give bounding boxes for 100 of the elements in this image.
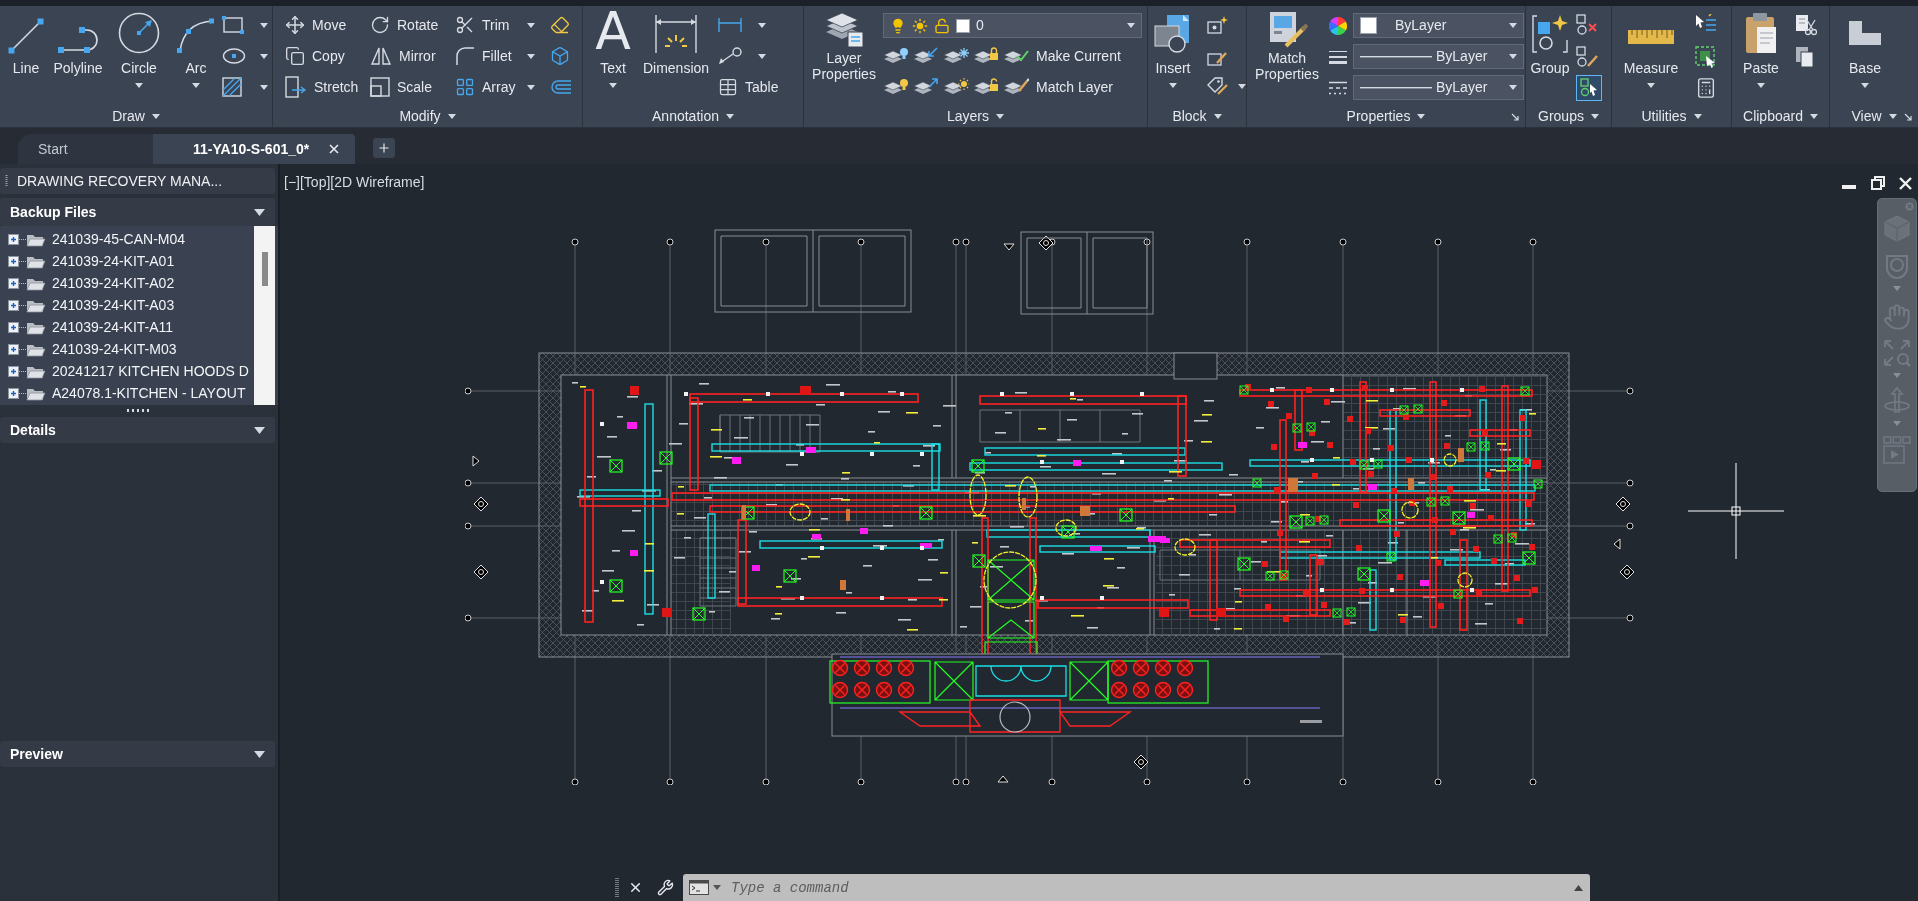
file-tab[interactable]: Start (18, 134, 153, 164)
paste-button[interactable]: Paste (1733, 6, 1789, 88)
command-input[interactable]: Type a command (725, 874, 1566, 901)
file-tab[interactable]: 11-YA10-S-601_0* (153, 134, 355, 164)
fillet-button[interactable]: Fillet (455, 43, 535, 69)
table-button[interactable]: Table (718, 74, 779, 100)
tree-item[interactable]: 241039-24-KIT-A03 (26, 294, 175, 316)
group-pencil-icon[interactable] (1576, 46, 1598, 68)
command-history-button[interactable] (683, 874, 725, 901)
expand-plus-icon[interactable] (8, 277, 19, 289)
caret-icon (1509, 23, 1517, 28)
panel-expander[interactable]: Groups (1538, 108, 1599, 124)
tree-item[interactable]: 20241217 KITCHEN HOODS D (26, 360, 249, 382)
insert-button[interactable]: Insert (1148, 6, 1198, 88)
section-header[interactable]: Preview (0, 741, 275, 767)
tree-item[interactable]: A24078.1-KITCHEN - LAYOUT (26, 382, 246, 404)
group-button[interactable]: Group (1526, 6, 1574, 76)
expand-plus-icon[interactable] (8, 233, 19, 245)
section-header[interactable]: Details (0, 417, 275, 443)
text-button[interactable]: A Text (589, 6, 637, 88)
lineweight-dropdown[interactable]: ByLayer (1353, 44, 1524, 69)
ungroup-icon[interactable] (1576, 14, 1598, 36)
panel-expander[interactable]: Clipboard (1743, 108, 1818, 124)
layers-lock-icon[interactable] (973, 46, 999, 66)
dialog-launcher-icon[interactable] (1904, 113, 1912, 121)
polyline-button[interactable]: Polyline (48, 6, 108, 76)
tree-item[interactable]: 241039-24-KIT-A01 (26, 250, 175, 272)
arc-button[interactable]: Arc (170, 6, 222, 88)
dialog-launcher-icon[interactable] (1511, 113, 1519, 121)
customize-button[interactable] (655, 877, 675, 898)
panel-expander[interactable]: Annotation (652, 108, 734, 124)
panel-expander[interactable]: Properties (1346, 108, 1426, 124)
stretch-button[interactable]: Stretch (285, 74, 370, 100)
layers-lock-icon[interactable] (973, 77, 999, 97)
layers-arrow-icon[interactable] (913, 77, 939, 97)
base-view-button[interactable]: Base (1830, 6, 1900, 88)
lineweight-icon[interactable] (1329, 49, 1347, 64)
new-tab-button[interactable] (373, 138, 395, 158)
command-history-up-button[interactable] (1566, 874, 1590, 901)
tree-item[interactable]: 241039-24-KIT-M03 (26, 338, 177, 360)
expand-plus-icon[interactable] (8, 255, 19, 267)
layers-snowflake-icon[interactable] (943, 46, 969, 66)
layers-bulb-icon[interactable] (883, 77, 909, 97)
section-header[interactable]: Backup Files (0, 198, 275, 226)
panel-expander[interactable]: Utilities (1641, 108, 1702, 124)
dimension-button[interactable]: Dimension (637, 6, 715, 76)
viewport-control[interactable]: [2D Wireframe] (330, 172, 425, 193)
hatch-button[interactable] (222, 74, 268, 100)
viewport-control[interactable]: [−] (284, 172, 300, 193)
viewport-control[interactable]: [Top] (299, 172, 331, 193)
offset-icon[interactable] (550, 79, 572, 95)
calculator-icon[interactable] (1695, 77, 1717, 99)
match-layer-button[interactable]: Match Layer (1003, 74, 1114, 100)
mirror-button[interactable]: Mirror (370, 43, 455, 69)
measure-button[interactable]: Measure (1613, 6, 1689, 88)
array-button[interactable]: Array (455, 74, 535, 100)
make-current-button[interactable]: Make Current (1003, 43, 1121, 69)
tree-item[interactable]: 241039-24-KIT-A02 (26, 272, 175, 294)
linetype-dropdown[interactable]: ByLayer (1353, 75, 1524, 100)
select-all-icon[interactable] (1695, 46, 1717, 68)
tree-item[interactable]: 241039-24-KIT-A11 (26, 316, 174, 338)
scale-icon (370, 77, 390, 97)
layer-dropdown[interactable]: 0 (883, 13, 1142, 38)
scale-button[interactable]: Scale (370, 74, 455, 100)
move-button[interactable]: Move (285, 12, 370, 38)
layers-bulb-icon[interactable] (883, 46, 909, 66)
color-dropdown[interactable]: ByLayer (1353, 13, 1524, 38)
match-properties-button[interactable]: Match Properties (1249, 6, 1325, 82)
expand-plus-icon[interactable] (8, 387, 19, 399)
rotate-button[interactable]: Rotate (370, 12, 455, 38)
cube-icon[interactable] (550, 46, 570, 66)
scrollbar[interactable] (254, 226, 275, 405)
caret-icon (135, 83, 143, 88)
scissors-document-icon[interactable] (1795, 14, 1817, 36)
scrollbar-thumb[interactable] (261, 252, 268, 286)
eraser-icon[interactable] (550, 15, 570, 35)
expand-plus-icon[interactable] (8, 299, 19, 311)
layer-properties-button[interactable]: Layer Properties (808, 6, 880, 82)
group-selection-toggle[interactable] (1576, 75, 1602, 101)
restore-icon[interactable] (1871, 176, 1885, 190)
layers-arrow-icon[interactable] (913, 46, 939, 66)
circle-button[interactable]: Circle (108, 6, 170, 88)
layers-sun-icon[interactable] (943, 77, 969, 97)
panel-expander[interactable]: Modify (399, 108, 456, 124)
tree-item[interactable]: 241039-45-CAN-M04 (26, 228, 186, 250)
line-button[interactable]: Line (4, 6, 48, 76)
copy-button[interactable]: Copy (285, 43, 370, 69)
expand-plus-icon[interactable] (8, 365, 19, 377)
panel-expander[interactable]: View (1851, 108, 1897, 124)
color-wheel-icon[interactable] (1329, 16, 1347, 35)
panel-expander[interactable]: Draw (112, 108, 160, 124)
block-star-icon[interactable] (1206, 15, 1228, 35)
expand-plus-icon[interactable] (8, 321, 19, 333)
expand-plus-icon[interactable] (8, 343, 19, 355)
panel-expander[interactable]: Block (1172, 108, 1222, 124)
linetype-icon[interactable] (1329, 80, 1347, 95)
copy-documents-icon[interactable] (1795, 46, 1815, 68)
caret-icon (260, 22, 268, 28)
trim-button[interactable]: Trim (455, 12, 535, 38)
panel-expander[interactable]: Layers (947, 108, 1004, 124)
